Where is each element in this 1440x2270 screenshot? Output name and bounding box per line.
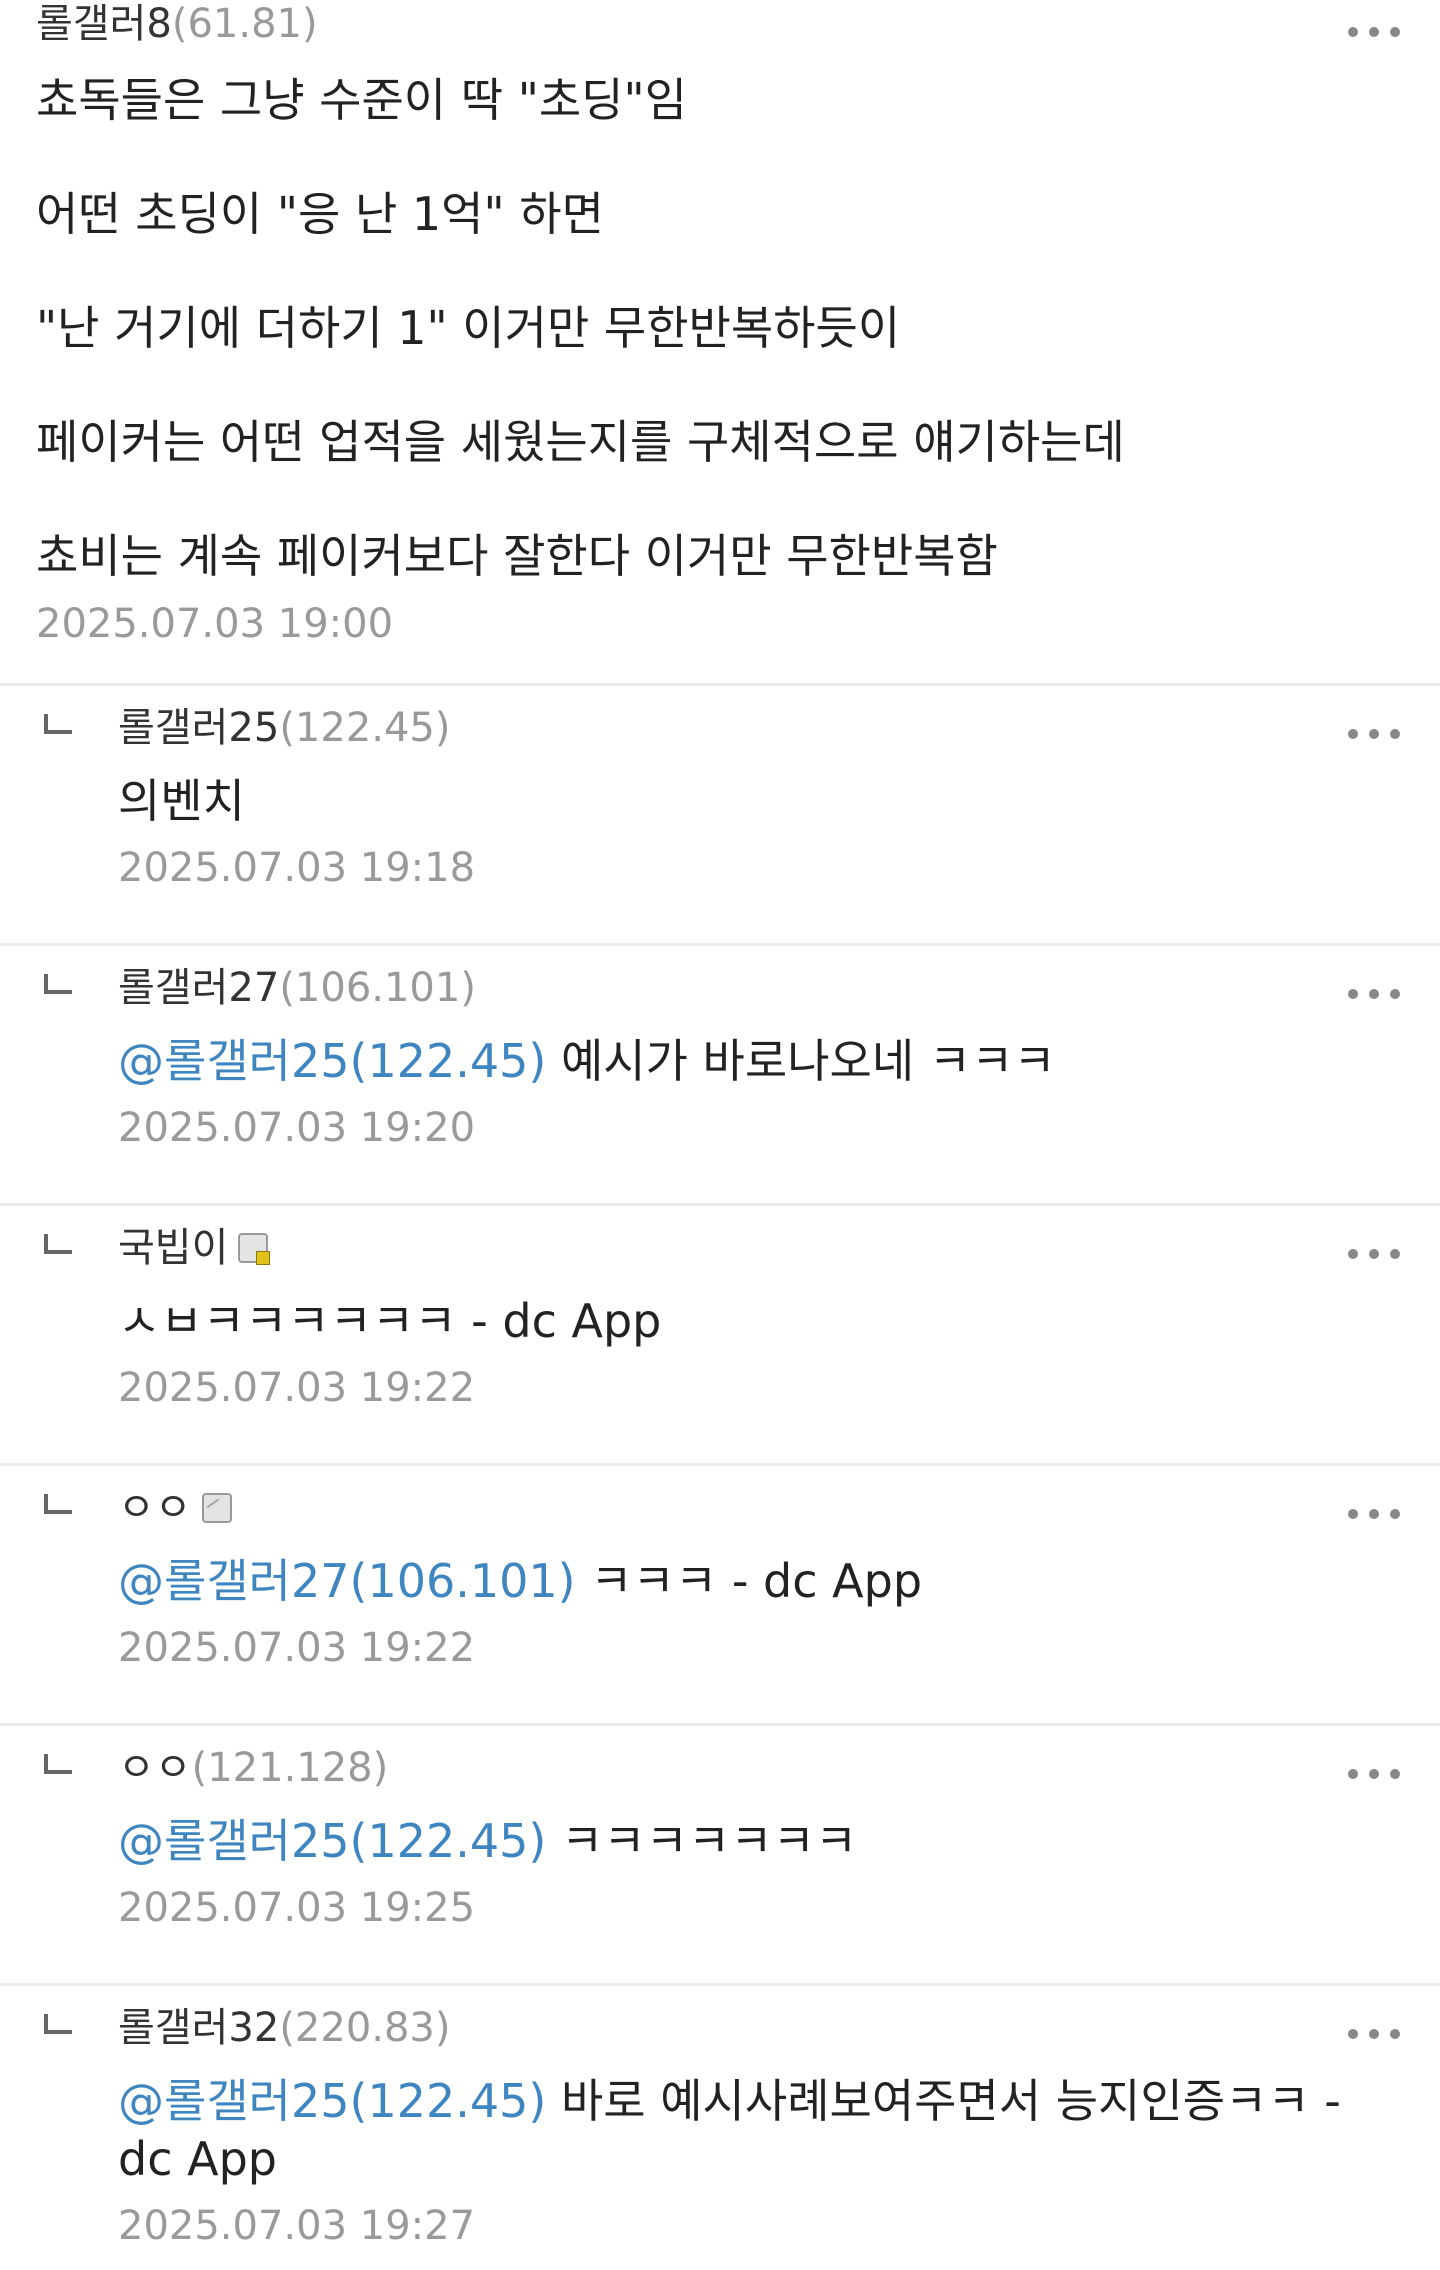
main-comment: 롤갤러8 (61.81) 쵸독들은 그냥 수준이 딱 "초딩"임 어떤 초딩이 "… [0, 0, 1440, 686]
reply-meta: 국빕이 [118, 1206, 1360, 1274]
comment-ip: (61.81) [171, 1, 318, 47]
comment-line: 페이커는 어떤 업적을 세웠는지를 구체적으로 얘기하는데 [36, 415, 1125, 469]
reply-date: 2025.07.03 19:27 [118, 2203, 476, 2249]
reply-meta: 롤갤러27 (106.101) [118, 946, 1360, 1014]
reply-meta: ㅇㅇ (121.128) [118, 1726, 1360, 1794]
more-options-icon[interactable] [1348, 1768, 1400, 1780]
reply-date: 2025.07.03 19:25 [118, 1885, 476, 1931]
reply-mention[interactable]: @롤갤러25(122.45) [118, 1814, 546, 1868]
comment-date: 2025.07.03 19:00 [36, 601, 394, 647]
reply-meta: 롤갤러25 (122.45) [118, 686, 1360, 754]
reply-date: 2025.07.03 19:22 [118, 1625, 476, 1671]
reply-meta: ㅇㅇ [118, 1466, 1360, 1534]
member-badge-icon [238, 1233, 271, 1265]
reply-text: ㅋㅋㅋㅋㅋㅋㅋ [546, 1814, 858, 1868]
comment-line: "난 거기에 더하기 1" 이거만 무한반복하듯이 [36, 301, 901, 355]
reply-text: 의벤치 [118, 774, 245, 828]
reply-arrow-icon [44, 1234, 72, 1254]
reply-meta: 롤갤러32 (220.83) [118, 1986, 1360, 2054]
reply-ip: (220.83) [279, 2005, 451, 2051]
reply-text: ㅋㅋㅋ - dc App [575, 1554, 923, 1608]
reply-content: @롤갤러27(106.101) ㅋㅋㅋ - dc App [118, 1552, 1360, 1610]
reply-ip: (121.128) [191, 1745, 389, 1791]
reply-arrow-icon [44, 2014, 72, 2034]
more-options-icon[interactable] [1348, 1248, 1400, 1260]
reply-comment: 롤갤러32 (220.83) @롤갤러25(122.45) 바로 예시사례보여주면… [0, 1986, 1440, 2266]
more-options-icon[interactable] [1348, 728, 1400, 740]
reply-comment: 롤갤러25 (122.45) 의벤치 2025.07.03 19:18 [0, 686, 1440, 946]
reply-nickname[interactable]: 롤갤러27 [118, 962, 279, 1014]
more-options-icon[interactable] [1348, 26, 1400, 38]
reply-mention[interactable]: @롤갤러25(122.45) [118, 1034, 546, 1088]
reply-nickname[interactable]: 롤갤러25 [118, 702, 279, 754]
comment-line: 쵸비는 계속 페이커보다 잘한다 이거만 무한반복함 [36, 529, 998, 583]
reply-arrow-icon [44, 714, 72, 734]
more-options-icon[interactable] [1348, 2028, 1400, 2040]
reply-comment: ㅇㅇ (121.128) @롤갤러25(122.45) ㅋㅋㅋㅋㅋㅋㅋ 2025.… [0, 1726, 1440, 1986]
reply-text: ㅅㅂㅋㅋㅋㅋㅋㅋ - dc App [118, 1294, 662, 1348]
reply-comment: 국빕이 ㅅㅂㅋㅋㅋㅋㅋㅋ - dc App 2025.07.03 19:22 [0, 1206, 1440, 1466]
reply-comment: 롤갤러27 (106.101) @롤갤러25(122.45) 예시가 바로나오네 … [0, 946, 1440, 1206]
comment-line: 쵸독들은 그냥 수준이 딱 "초딩"임 [36, 73, 687, 127]
reply-arrow-icon [44, 1494, 72, 1514]
member-badge-icon [201, 1493, 232, 1523]
reply-nickname[interactable]: ㅇㅇ [118, 1742, 192, 1794]
reply-arrow-icon [44, 974, 72, 994]
reply-comment: ㅇㅇ @롤갤러27(106.101) ㅋㅋㅋ - dc App 2025.07.… [0, 1466, 1440, 1726]
reply-nickname[interactable]: ㅇㅇ [118, 1482, 192, 1534]
reply-content: ㅅㅂㅋㅋㅋㅋㅋㅋ - dc App [118, 1292, 1360, 1350]
reply-content: 의벤치 [118, 772, 1360, 830]
reply-arrow-icon [44, 1754, 72, 1774]
reply-content: @롤갤러25(122.45) 예시가 바로나오네 ㅋㅋㅋ [118, 1032, 1360, 1090]
reply-ip: (122.45) [279, 705, 451, 751]
comment-line: 어떤 초딩이 "응 난 1억" 하면 [36, 187, 604, 241]
reply-date: 2025.07.03 19:18 [118, 845, 476, 891]
reply-content: @롤갤러25(122.45) ㅋㅋㅋㅋㅋㅋㅋ [118, 1812, 1360, 1870]
comment-meta: 롤갤러8 (61.81) [36, 0, 1404, 50]
comment-nickname[interactable]: 롤갤러8 [36, 0, 172, 50]
reply-date: 2025.07.03 19:22 [118, 1365, 476, 1411]
reply-text: 예시가 바로나오네 ㅋㅋㅋ [546, 1034, 1056, 1088]
more-options-icon[interactable] [1348, 1508, 1400, 1520]
reply-mention[interactable]: @롤갤러27(106.101) [118, 1554, 576, 1608]
reply-nickname[interactable]: 롤갤러32 [118, 2002, 279, 2054]
reply-content: @롤갤러25(122.45) 바로 예시사례보여주면서 능지인증ㅋㅋ - dc … [118, 2072, 1360, 2188]
reply-date: 2025.07.03 19:20 [118, 1105, 476, 1151]
reply-mention[interactable]: @롤갤러25(122.45) [118, 2074, 546, 2128]
comment-body: 쵸독들은 그냥 수준이 딱 "초딩"임 어떤 초딩이 "응 난 1억" 하면 "… [36, 70, 1404, 586]
more-options-icon[interactable] [1348, 988, 1400, 1000]
reply-nickname[interactable]: 국빕이 [118, 1222, 228, 1274]
reply-ip: (106.101) [279, 965, 476, 1011]
